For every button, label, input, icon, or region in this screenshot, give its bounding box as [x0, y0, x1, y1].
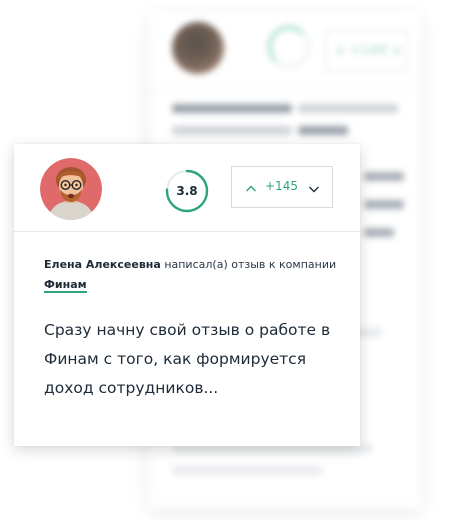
avatar-image [40, 158, 102, 220]
background-avatar [172, 22, 224, 74]
chevron-down-icon[interactable] [308, 180, 320, 193]
background-text-line [172, 466, 322, 475]
background-text-line [172, 126, 292, 135]
avatar[interactable] [40, 158, 102, 220]
background-text-line [298, 104, 398, 113]
background-divider [150, 90, 420, 91]
rating-value: 3.8 [176, 184, 198, 198]
background-rating-ring [268, 26, 310, 68]
review-card-header: 3.8 +145 [14, 144, 360, 231]
vote-control: +145 [231, 166, 333, 208]
background-text-line [364, 172, 404, 181]
card-divider [14, 231, 360, 232]
background-vote-box: ∧ +140 ∨ [325, 30, 407, 72]
background-text-line [298, 126, 348, 135]
chevron-up-icon[interactable] [245, 180, 257, 192]
review-meta: Елена Алексеевна написал(а) отзыв к комп… [44, 255, 344, 295]
author-name[interactable]: Елена Алексеевна [44, 258, 161, 271]
company-link[interactable]: Финам [44, 278, 87, 293]
vote-count: +145 [265, 179, 298, 193]
review-action-text: написал(а) отзыв к компании [164, 258, 337, 271]
review-card[interactable]: 3.8 +145 Елена Алексеевна написал(а) отз… [14, 144, 360, 446]
background-vote-text: ∧ +140 ∨ [336, 43, 403, 57]
background-text-line [172, 104, 292, 113]
rating-indicator: 3.8 [165, 169, 209, 213]
background-text-line [364, 228, 394, 237]
review-text[interactable]: Сразу начну свой отзыв о работе в Финам … [44, 316, 344, 403]
background-text-line [364, 200, 404, 209]
